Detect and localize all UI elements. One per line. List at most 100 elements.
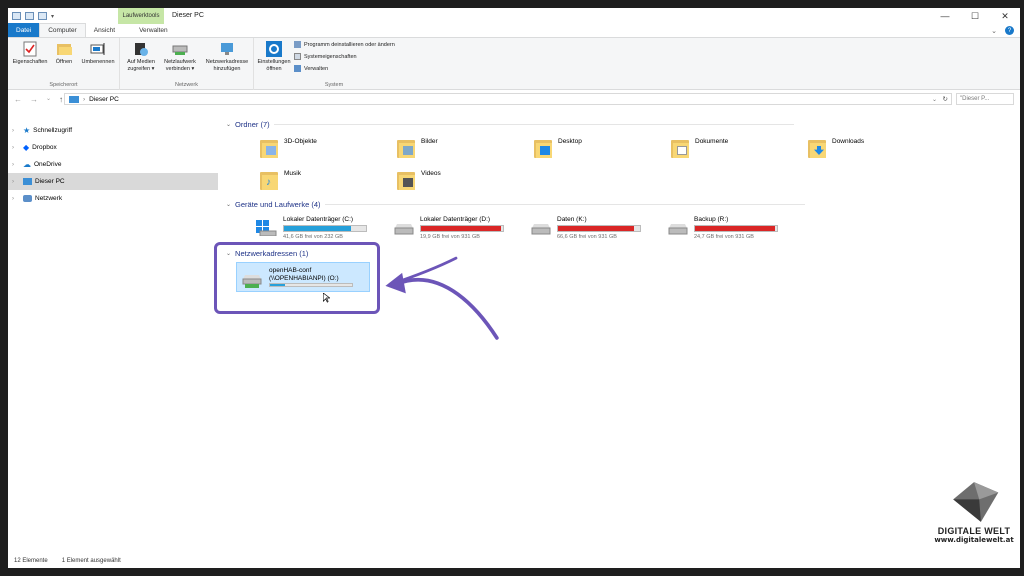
properties-icon[interactable]	[25, 12, 34, 20]
ribbon-group-network: Auf Medien zugreifen ▾ Netzlaufwerk verb…	[120, 38, 254, 90]
drive-k[interactable]: Daten (K:) 66,6 GB frei von 931 GB	[530, 216, 641, 240]
network-drive-icon	[172, 45, 188, 55]
programs-icon	[294, 41, 301, 48]
chevron-down-icon[interactable]: ⌄	[226, 121, 231, 128]
chevron-down-icon[interactable]: ▾	[51, 13, 54, 20]
address-bar[interactable]: › Dieser PC ⌄ ↻	[64, 93, 952, 105]
access-media-button[interactable]: Auf Medien zugreifen ▾	[122, 41, 160, 72]
chevron-right-icon[interactable]: ›	[12, 128, 20, 134]
properties-button[interactable]: Eigenschaften	[11, 41, 49, 66]
divider	[324, 204, 805, 205]
up-icon[interactable]: ↑	[59, 95, 63, 104]
add-network-location-button[interactable]: Netzwerkadresse hinzufügen	[202, 41, 252, 72]
tab-computer[interactable]: Computer	[39, 23, 86, 37]
system-properties-button[interactable]: Systemeigenschaften	[294, 53, 357, 60]
chevron-down-icon[interactable]: ⌄	[932, 96, 937, 103]
sidebar-item-this-pc[interactable]: › Dieser PC	[8, 173, 218, 190]
new-folder-icon[interactable]	[38, 12, 47, 20]
drive-usage-bar	[557, 225, 641, 232]
section-folders-header[interactable]: ⌄ Ordner (7)	[226, 120, 794, 129]
chevron-right-icon[interactable]: ›	[12, 145, 20, 151]
ribbon-tabs: Datei Computer Ansicht Verwalten ⌄ ?	[8, 23, 1020, 38]
quick-access-toolbar: ▾	[12, 12, 54, 20]
help-icon[interactable]: ?	[1005, 26, 1014, 35]
folder-videos[interactable]: Videos	[397, 170, 441, 190]
close-icon[interactable]: ✕	[990, 8, 1020, 24]
explorer-window: ▾ Laufwerktools Dieser PC — ☐ ✕ Datei Co…	[8, 8, 1020, 568]
nav-buttons: ← → ⌄ ↑	[14, 95, 63, 104]
drive-c[interactable]: Lokaler Datenträger (C:) 41,6 GB frei vo…	[256, 216, 367, 240]
tab-verwalten[interactable]: Verwalten	[131, 23, 176, 37]
folder-3d-objects[interactable]: 3D-Objekte	[260, 138, 317, 158]
drive-d[interactable]: Lokaler Datenträger (D:) 19,9 GB frei vo…	[393, 216, 504, 240]
folder-documents-icon	[671, 138, 689, 158]
ribbon-group-location: Eigenschaften Öffnen Umbenennen Speicher…	[8, 38, 120, 90]
brand-watermark: DIGITALE WELT www.digitalewelt.at	[928, 480, 1020, 560]
drive-usage-bar	[283, 225, 367, 232]
folder-documents[interactable]: Dokumente	[671, 138, 728, 158]
brand-url: www.digitalewelt.at	[934, 536, 1014, 544]
sidebar-item-onedrive[interactable]: › ☁ OneDrive	[8, 156, 218, 173]
drive-usage-bar	[420, 225, 504, 232]
properties-icon	[23, 41, 37, 57]
rename-button[interactable]: Umbenennen	[78, 41, 118, 66]
divider	[273, 124, 794, 125]
minimize-icon[interactable]: —	[930, 8, 960, 24]
folder-downloads[interactable]: Downloads	[808, 138, 864, 158]
ribbon: Eigenschaften Öffnen Umbenennen Speicher…	[8, 38, 1020, 90]
hard-drive-icon	[394, 224, 414, 235]
item-count: 12 Elemente	[14, 558, 48, 564]
dropbox-icon: ◆	[23, 143, 30, 152]
content-pane: ⌄ Ordner (7) 3D-Objekte Bilder Desktop D…	[214, 108, 1020, 558]
drive-r[interactable]: Backup (R:) 24,7 GB frei von 931 GB	[667, 216, 778, 240]
chevron-down-icon[interactable]: ⌄	[991, 27, 997, 35]
sidebar-item-quick-access[interactable]: › ★ Schnellzugriff	[8, 122, 218, 139]
pc-icon	[69, 95, 79, 103]
sidebar-item-network[interactable]: › Netzwerk	[8, 190, 218, 207]
chevron-right-icon[interactable]: ›	[83, 96, 85, 103]
window-controls: — ☐ ✕	[930, 8, 1020, 24]
section-drives-header[interactable]: ⌄ Geräte und Laufwerke (4)	[226, 200, 805, 209]
sidebar-item-dropbox[interactable]: › ◆ Dropbox	[8, 139, 218, 156]
tab-datei[interactable]: Datei	[8, 23, 40, 37]
group-label: Speicherort	[49, 82, 78, 88]
context-tab-drive-tools[interactable]: Laufwerktools	[118, 8, 164, 24]
chevron-down-icon[interactable]: ⌄	[46, 95, 51, 104]
search-input[interactable]: "Dieser P...	[956, 93, 1014, 105]
navigation-pane: › ★ Schnellzugriff › ◆ Dropbox › ☁ OneDr…	[8, 108, 218, 558]
rename-icon	[90, 43, 105, 55]
tab-ansicht[interactable]: Ansicht	[86, 23, 123, 37]
uninstall-program-button[interactable]: Programm deinstallieren oder ändern	[294, 41, 395, 48]
group-label: Netzwerk	[175, 82, 198, 88]
folder-videos-icon	[397, 170, 415, 190]
folder-open-icon	[57, 44, 72, 55]
folder-pictures[interactable]: Bilder	[397, 138, 438, 158]
chevron-down-icon[interactable]: ⌄	[226, 201, 231, 208]
network-location-icon	[221, 43, 233, 55]
manage-button[interactable]: Verwalten	[294, 65, 328, 72]
forward-icon[interactable]: →	[30, 95, 38, 104]
folder-desktop[interactable]: Desktop	[534, 138, 582, 158]
folder-music[interactable]: ♪ Musik	[260, 170, 301, 190]
chevron-right-icon[interactable]: ›	[12, 196, 20, 202]
status-bar: 12 Elemente 1 Element ausgewählt	[8, 554, 1020, 568]
drive-usage-bar	[694, 225, 778, 232]
windows-drive-icon	[256, 220, 277, 236]
open-settings-button[interactable]: Einstellungen öffnen	[256, 41, 292, 72]
open-button[interactable]: Öffnen	[50, 41, 78, 66]
pc-icon	[12, 12, 21, 20]
drive-usage-fill	[695, 226, 775, 231]
folder-3d-icon	[260, 138, 278, 158]
hard-drive-icon	[531, 224, 551, 235]
check-icon	[294, 53, 301, 60]
brand-name: DIGITALE WELT	[937, 526, 1011, 536]
refresh-icon[interactable]: ↻	[943, 95, 948, 103]
back-icon[interactable]: ←	[14, 95, 22, 104]
address-path: Dieser PC	[89, 95, 119, 103]
chevron-right-icon[interactable]: ›	[12, 162, 20, 168]
maximize-icon[interactable]: ☐	[960, 8, 990, 24]
map-network-drive-button[interactable]: Netzlaufwerk verbinden ▾	[160, 41, 200, 72]
drive-usage-fill	[558, 226, 635, 231]
chevron-right-icon[interactable]: ›	[12, 179, 20, 185]
brand-logo	[953, 482, 999, 522]
